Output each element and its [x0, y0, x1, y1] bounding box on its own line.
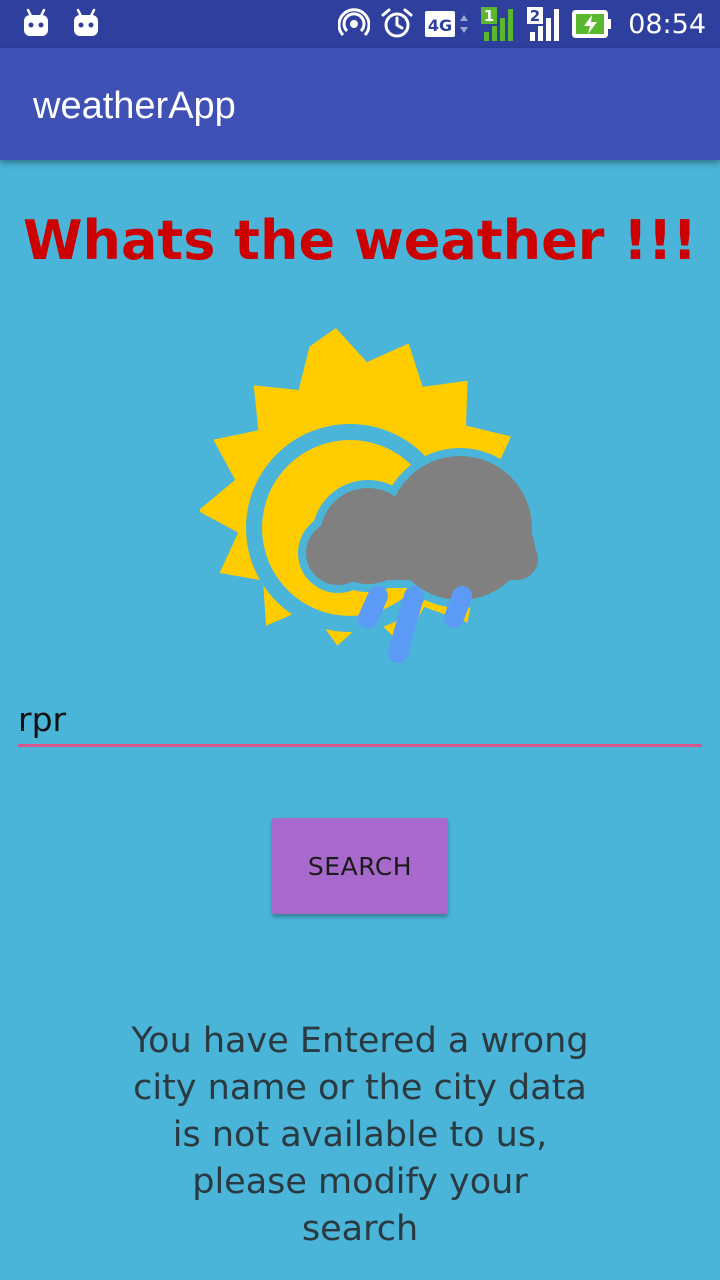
- error-message: You have Entered a wrong city name or th…: [131, 1021, 589, 1249]
- signal-sim2-icon: 2: [527, 7, 560, 41]
- sim1-label: 1: [484, 7, 494, 25]
- search-button[interactable]: SEARCH: [272, 818, 448, 914]
- page-heading: Whats the weather !!!: [22, 209, 698, 272]
- android-notification-icon: [24, 8, 48, 36]
- status-bar: 4G 1 2 08:54: [0, 0, 720, 48]
- sim2-label: 2: [530, 7, 540, 25]
- weather-sun-cloud-rain-icon: [200, 328, 545, 663]
- 4g-icon: 4G: [425, 11, 469, 37]
- battery-charging-icon: [572, 10, 612, 38]
- network-type-label: 4G: [428, 16, 452, 35]
- hotspot-icon: [338, 8, 371, 37]
- app-bar: weatherApp: [0, 48, 720, 160]
- app-title: weatherApp: [33, 85, 236, 127]
- android-notification-icon: [74, 8, 98, 36]
- clock: 08:54: [628, 8, 706, 40]
- status-left-icons: [22, 8, 100, 38]
- city-input[interactable]: [18, 695, 702, 747]
- signal-sim1-icon: 1: [481, 7, 514, 41]
- alarm-icon: [381, 8, 413, 38]
- status-right-icons: 4G 1 2 08:54: [338, 4, 706, 44]
